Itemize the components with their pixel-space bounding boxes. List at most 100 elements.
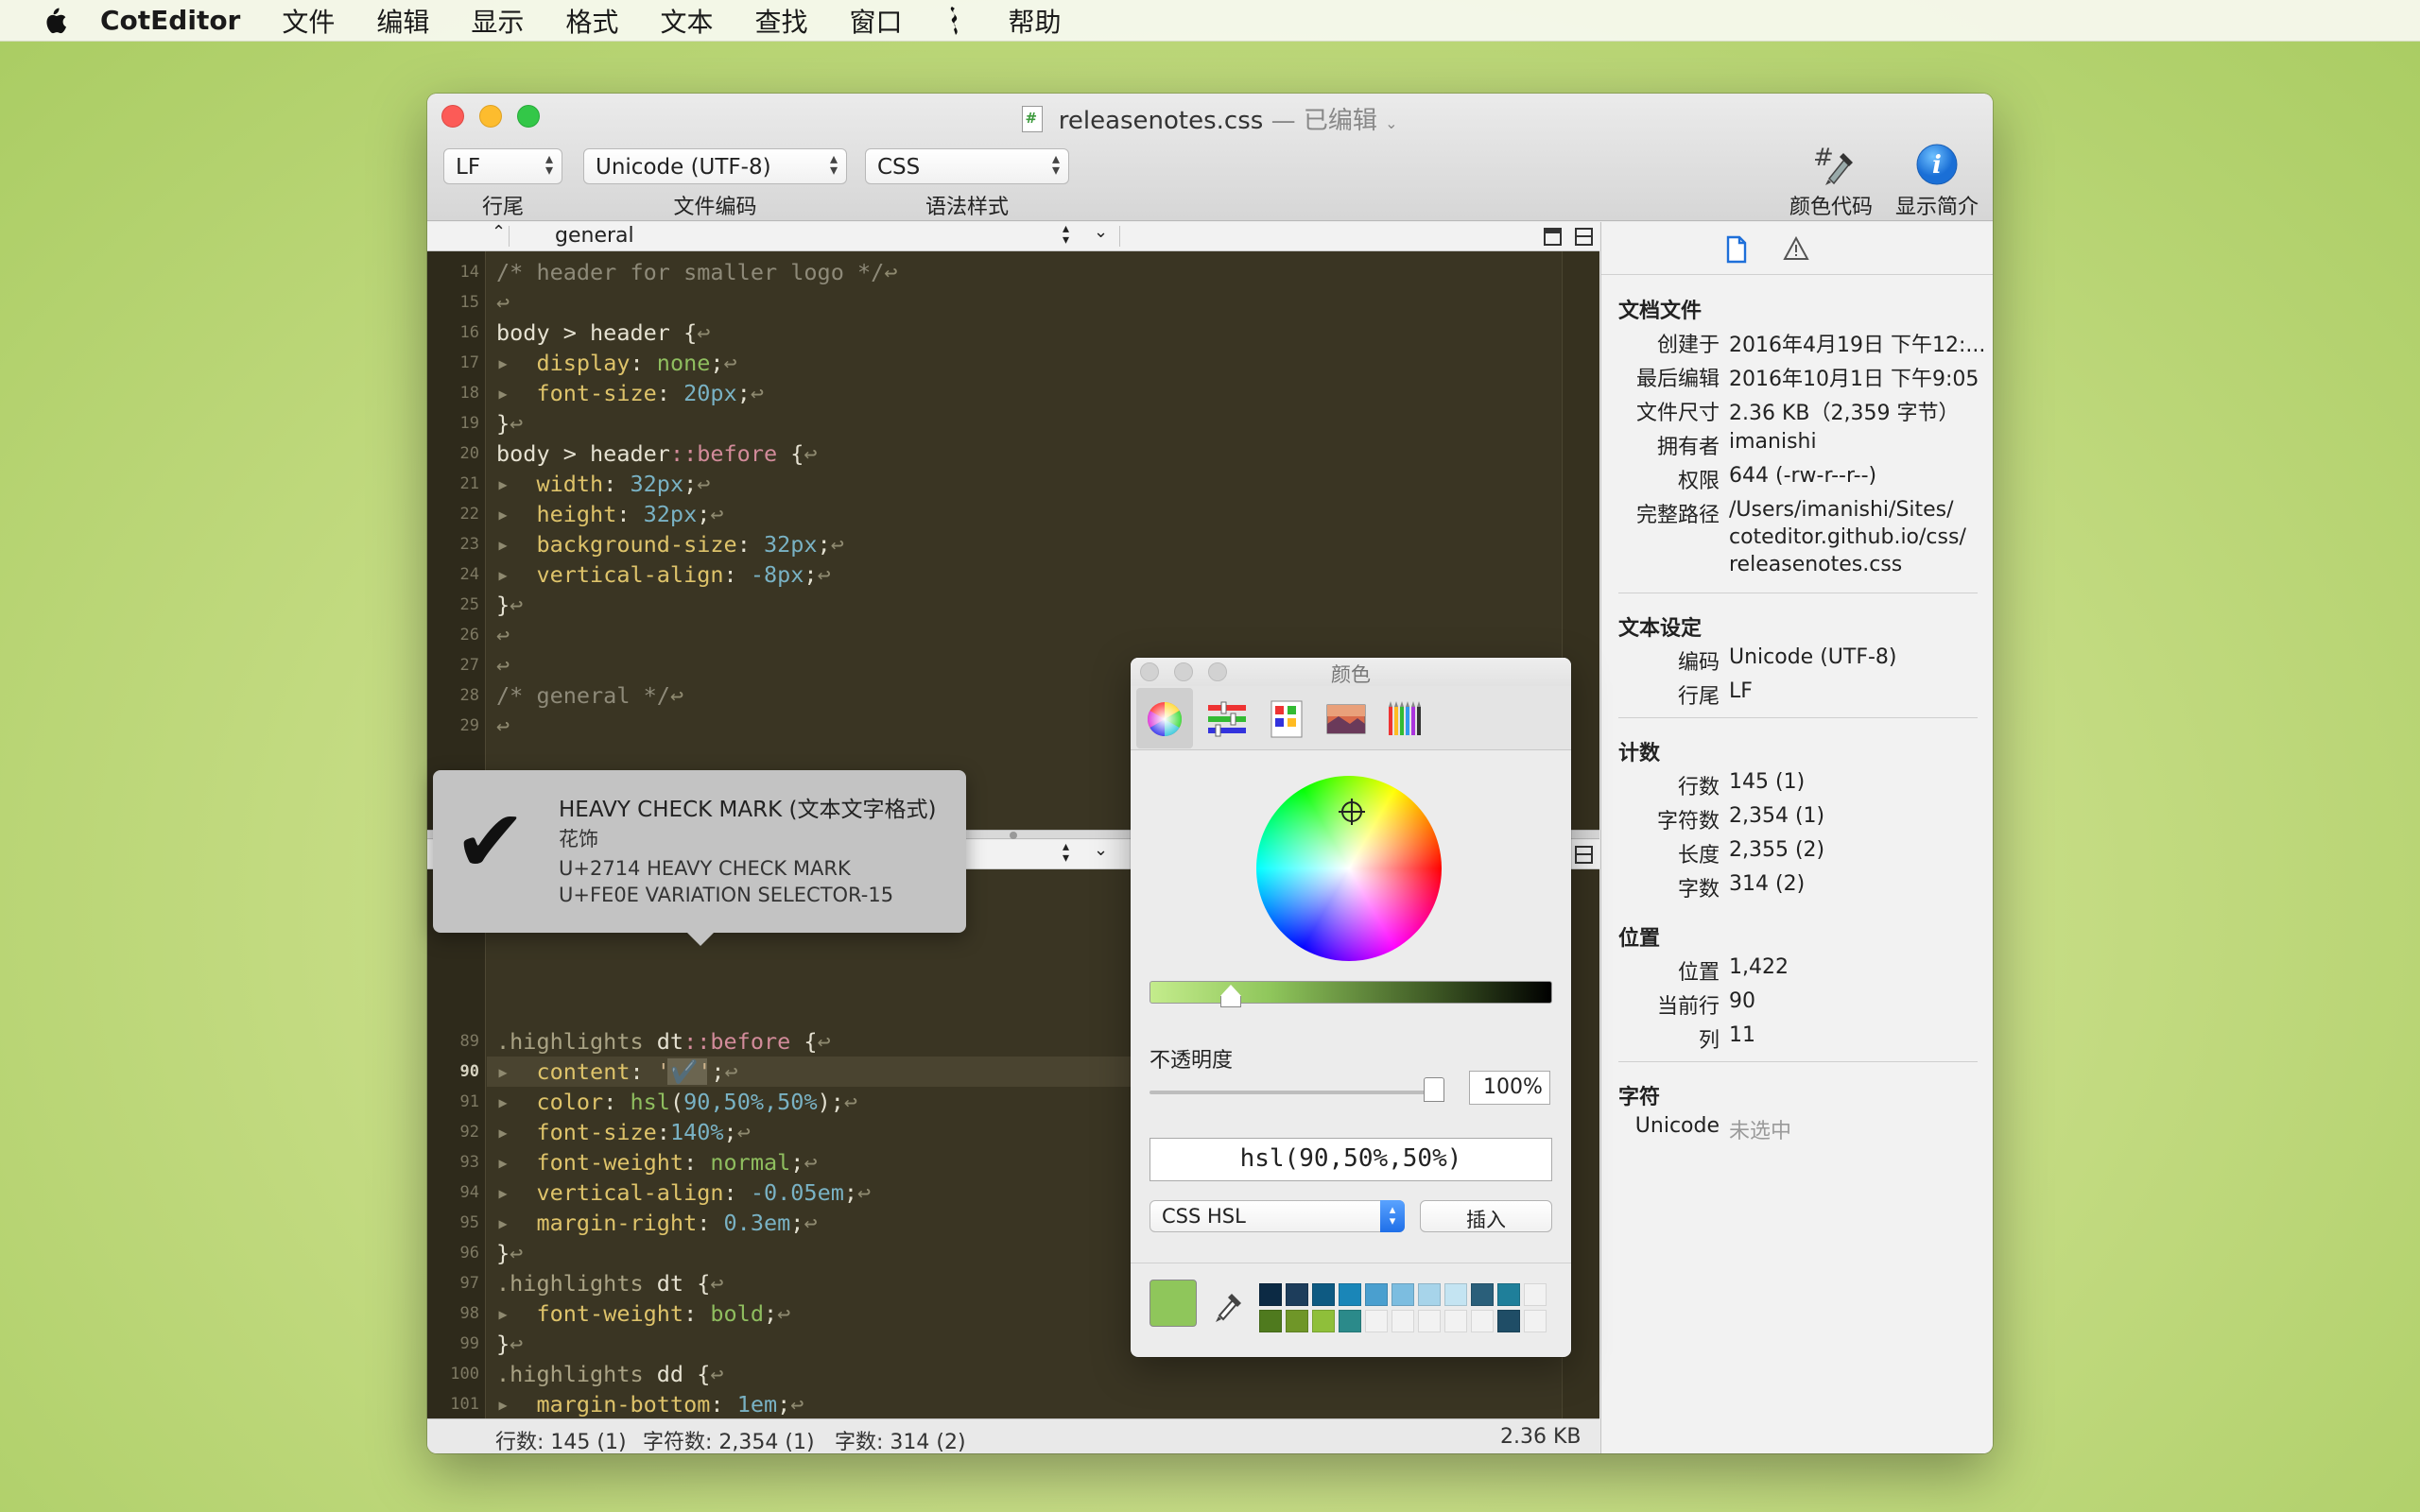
- outline-menu-value[interactable]: general: [555, 224, 634, 248]
- code-line[interactable]: 22 ▸ height: 32px;↩: [427, 499, 1599, 529]
- apple-menu-icon[interactable]: [40, 5, 68, 37]
- image-palettes-mode-icon[interactable]: [1325, 699, 1367, 739]
- line-text[interactable]: ↩: [496, 650, 510, 680]
- line-text[interactable]: }↩: [496, 1329, 523, 1359]
- code-line[interactable]: 14 /* header for smaller logo */↩: [427, 257, 1599, 287]
- line-text[interactable]: .highlights dt::before {↩: [496, 1026, 831, 1057]
- outline-popup-arrows-icon[interactable]: ▴ ▾: [1063, 840, 1069, 865]
- code-line[interactable]: 23 ▸ background-size: 32px;↩: [427, 529, 1599, 559]
- info-icon[interactable]: i: [1915, 143, 1959, 186]
- code-line[interactable]: 24 ▸ vertical-align: -8px;↩: [427, 559, 1599, 590]
- menu-format[interactable]: 格式: [565, 2, 618, 40]
- color-palettes-mode-icon[interactable]: [1266, 699, 1307, 739]
- menu-app[interactable]: CotEditor: [100, 5, 240, 36]
- syntax-popup[interactable]: CSS ▴ ▾: [865, 148, 1069, 184]
- line-text[interactable]: /* general */↩: [496, 680, 683, 711]
- line-text[interactable]: ▸ content: '✔️';↩: [496, 1057, 738, 1087]
- line-text[interactable]: ▸ vertical-align: -0.05em;↩: [496, 1177, 871, 1208]
- line-text[interactable]: body > header::before {↩: [496, 438, 818, 469]
- warning-tab-icon[interactable]: [1783, 236, 1809, 261]
- line-text[interactable]: ▸ font-weight: normal;↩: [496, 1147, 818, 1177]
- color-format-popup[interactable]: CSS HSL ▴ ▾: [1150, 1200, 1405, 1232]
- menu-text[interactable]: 文本: [660, 2, 713, 40]
- split-view-icon[interactable]: [1544, 228, 1562, 246]
- color-wheel-mode-icon[interactable]: [1144, 699, 1185, 739]
- color-swatch[interactable]: [1524, 1310, 1547, 1332]
- title-chevron-down-icon[interactable]: ⌄: [1385, 114, 1397, 132]
- color-sliders-mode-icon[interactable]: [1206, 699, 1248, 739]
- line-text[interactable]: ↩: [496, 711, 510, 741]
- color-code-eyedropper-icon[interactable]: #: [1812, 141, 1858, 186]
- color-swatch[interactable]: [1497, 1283, 1520, 1306]
- color-swatch[interactable]: [1471, 1283, 1494, 1306]
- color-swatch[interactable]: [1286, 1283, 1308, 1306]
- menu-find[interactable]: 查找: [754, 2, 807, 40]
- color-swatch[interactable]: [1312, 1283, 1335, 1306]
- color-swatch[interactable]: [1312, 1310, 1335, 1332]
- color-swatch[interactable]: [1471, 1310, 1494, 1332]
- eyedropper-icon[interactable]: [1212, 1287, 1242, 1323]
- color-swatch[interactable]: [1444, 1283, 1467, 1306]
- color-code-label[interactable]: 颜色代码: [1784, 190, 1878, 220]
- color-swatch[interactable]: [1339, 1283, 1361, 1306]
- document-tab-icon[interactable]: [1725, 235, 1748, 264]
- line-text[interactable]: ▸ color: hsl(90,50%,50%);↩: [496, 1087, 857, 1117]
- opacity-field[interactable]: 100%: [1469, 1071, 1550, 1105]
- color-swatch[interactable]: [1259, 1310, 1282, 1332]
- line-text[interactable]: }↩: [496, 590, 523, 620]
- insert-button[interactable]: 插入: [1420, 1200, 1552, 1232]
- encoding-popup[interactable]: Unicode (UTF-8) ▴ ▾: [583, 148, 847, 184]
- color-swatch[interactable]: [1392, 1283, 1414, 1306]
- code-line[interactable]: 16 body > header {↩: [427, 318, 1599, 348]
- menu-edit[interactable]: 编辑: [376, 2, 429, 40]
- code-line[interactable]: 19}↩: [427, 408, 1599, 438]
- close-split-icon[interactable]: [1575, 846, 1593, 864]
- code-line[interactable]: 100 .highlights dd {↩: [427, 1359, 1599, 1389]
- line-text[interactable]: ▸ display: none;↩: [496, 348, 737, 378]
- line-text[interactable]: ▸ margin-bottom: 1em;↩: [496, 1389, 804, 1418]
- close-split-icon[interactable]: [1575, 228, 1593, 246]
- line-text[interactable]: ↩: [496, 620, 510, 650]
- line-text[interactable]: ▸ height: 32px;↩: [496, 499, 724, 529]
- brightness-slider-thumb[interactable]: [1220, 985, 1241, 996]
- line-text[interactable]: body > header {↩: [496, 318, 710, 348]
- nav-next-chevron-down-icon[interactable]: ⌄: [1094, 840, 1108, 860]
- color-swatch[interactable]: [1365, 1310, 1388, 1332]
- color-swatch[interactable]: [1365, 1283, 1388, 1306]
- opacity-slider[interactable]: [1150, 1091, 1439, 1094]
- line-text[interactable]: ▸ font-size:140%;↩: [496, 1117, 751, 1147]
- color-swatch[interactable]: [1418, 1310, 1441, 1332]
- line-text[interactable]: }↩: [496, 408, 523, 438]
- line-text[interactable]: ▸ width: 32px;↩: [496, 469, 710, 499]
- color-swatch[interactable]: [1286, 1310, 1308, 1332]
- line-text[interactable]: .highlights dt {↩: [496, 1268, 724, 1298]
- code-line[interactable]: 20 body > header::before {↩: [427, 438, 1599, 469]
- menu-help[interactable]: 帮助: [1008, 2, 1061, 40]
- color-code-field[interactable]: hsl(90,50%,50%): [1150, 1138, 1552, 1181]
- line-text[interactable]: .highlights dd {↩: [496, 1359, 724, 1389]
- current-color-well[interactable]: [1150, 1280, 1197, 1327]
- color-wheel-crosshair-icon[interactable]: [1338, 798, 1366, 826]
- crayons-mode-icon[interactable]: [1385, 699, 1426, 739]
- brightness-slider[interactable]: [1150, 981, 1552, 1004]
- menu-view[interactable]: 显示: [471, 2, 524, 40]
- line-text[interactable]: }↩: [496, 1238, 523, 1268]
- code-line[interactable]: 18 ▸ font-size: 20px;↩: [427, 378, 1599, 408]
- line-text[interactable]: ▸ font-size: 20px;↩: [496, 378, 764, 408]
- opacity-slider-thumb[interactable]: [1424, 1077, 1444, 1102]
- color-swatch[interactable]: [1339, 1310, 1361, 1332]
- code-line[interactable]: 15 ↩: [427, 287, 1599, 318]
- title-filename[interactable]: releasenotes.css: [1059, 107, 1264, 135]
- line-text[interactable]: ↩: [496, 287, 510, 318]
- line-text[interactable]: ▸ margin-right: 0.3em;↩: [496, 1208, 818, 1238]
- color-swatch[interactable]: [1497, 1310, 1520, 1332]
- code-line[interactable]: 17 ▸ display: none;↩: [427, 348, 1599, 378]
- script-menu-icon[interactable]: [943, 5, 966, 37]
- code-line[interactable]: 21 ▸ width: 32px;↩: [427, 469, 1599, 499]
- line-text[interactable]: ▸ vertical-align: -8px;↩: [496, 559, 831, 590]
- menu-file[interactable]: 文件: [282, 2, 335, 40]
- line-text[interactable]: ▸ font-weight: bold;↩: [496, 1298, 790, 1329]
- menu-window[interactable]: 窗口: [849, 2, 902, 40]
- nav-next-chevron-down-icon[interactable]: ⌄: [1094, 222, 1108, 242]
- line-text[interactable]: ▸ background-size: 32px;↩: [496, 529, 844, 559]
